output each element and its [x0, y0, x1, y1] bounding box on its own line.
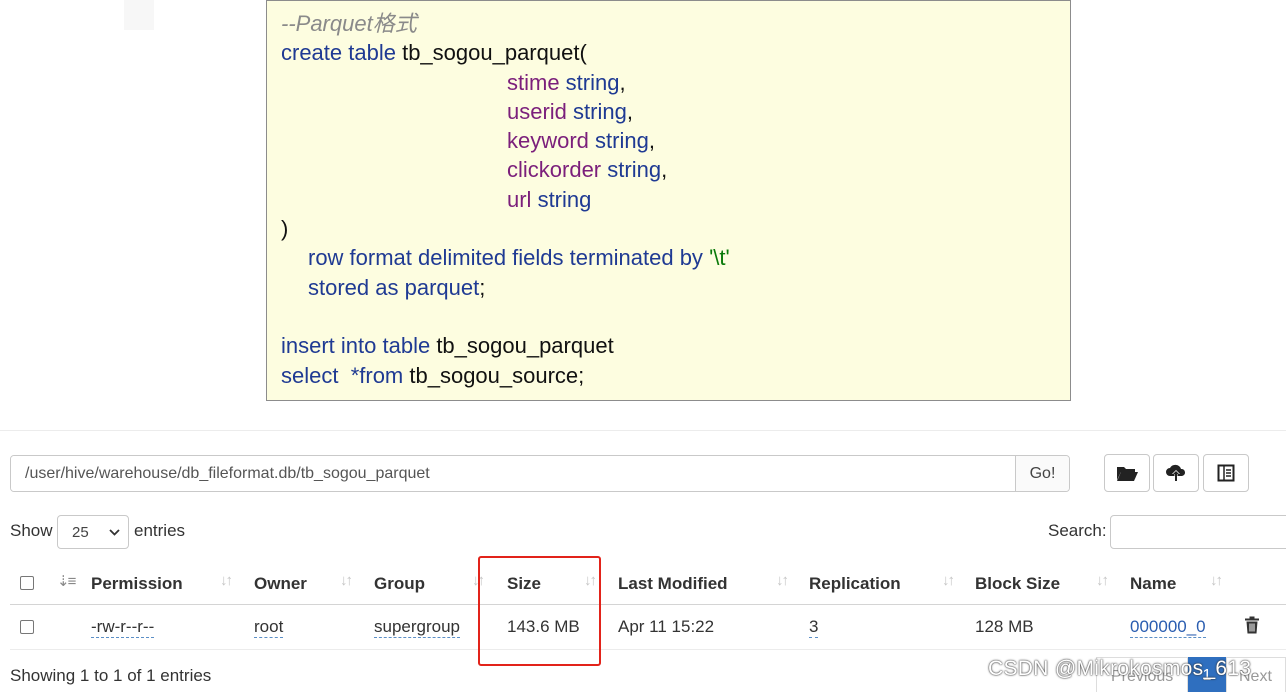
permission-cell[interactable]: -rw-r--r-- [91, 617, 155, 638]
select-all-checkbox[interactable] [20, 576, 34, 590]
code-close-paren: ) [281, 216, 289, 242]
code-comment: --Parquet格式 [281, 11, 417, 36]
column-header-last-modified[interactable]: Last Modified [618, 574, 728, 594]
sort-icon[interactable]: ↓↑ [340, 572, 353, 589]
owner-cell[interactable]: root [254, 617, 284, 638]
code-select-line: select *from tb_sogou_source; [281, 362, 585, 388]
file-name-link[interactable]: 000000_0 [1130, 617, 1206, 638]
code-stored-as-line: stored as parquet; [308, 274, 486, 300]
sort-icon[interactable]: ↓↑ [1096, 572, 1109, 589]
page-size-select[interactable]: 25 [57, 515, 129, 549]
column-header-block-size[interactable]: Block Size [975, 574, 1060, 594]
cloud-upload-icon [1166, 464, 1186, 481]
table-header-divider [10, 604, 1286, 605]
file-list-button[interactable] [1203, 454, 1249, 492]
block-size-cell: 128 MB [975, 617, 1034, 636]
sql-code-box: --Parquet格式 create table tb_sogou_parque… [266, 0, 1071, 401]
column-header-group[interactable]: Group [374, 574, 425, 594]
column-header-replication[interactable]: Replication [809, 574, 901, 594]
entries-label: entries [134, 521, 186, 540]
code-insert-line: insert into table tb_sogou_parquet [281, 333, 614, 359]
show-label: Show [10, 521, 53, 540]
column-header-permission[interactable]: Permission [91, 574, 183, 594]
size-highlight-box [478, 556, 601, 666]
go-button[interactable]: Go! [1015, 456, 1069, 491]
search-input[interactable] [1110, 515, 1286, 549]
sort-icon[interactable]: ↓↑ [942, 572, 955, 589]
row-checkbox[interactable] [20, 620, 34, 634]
path-bar: Go! [10, 455, 1070, 492]
section-divider [0, 430, 1286, 431]
folder-open-icon [1117, 467, 1138, 481]
watermark: CSDN @Mikrokosmos_613 [988, 657, 1252, 680]
sort-icon[interactable]: ↓↑ [220, 572, 233, 589]
hdfs-path-input[interactable] [11, 456, 1015, 491]
entries-info: Showing 1 to 1 of 1 entries [10, 666, 212, 685]
code-field-line: userid string, [507, 98, 633, 124]
last-modified-cell: Apr 11 15:22 [618, 617, 715, 636]
table-row-divider [10, 649, 1286, 650]
code-field-line: stime string, [507, 69, 626, 95]
upload-button[interactable] [1153, 454, 1199, 492]
column-header-owner[interactable]: Owner [254, 574, 307, 594]
sort-icon[interactable]: ↓↑ [776, 572, 789, 589]
code-create-line: create table tb_sogou_parquet( [281, 40, 587, 66]
group-cell[interactable]: supergroup [374, 617, 461, 638]
sort-icon[interactable]: ↓↑ [1210, 572, 1223, 589]
create-directory-button[interactable] [1104, 454, 1150, 492]
trash-icon[interactable] [1244, 616, 1260, 634]
decorative-square [124, 0, 154, 30]
replication-cell[interactable]: 3 [809, 617, 819, 638]
sort-active-icon[interactable]: ⇣≡ [57, 572, 76, 590]
code-field-line: clickorder string, [507, 157, 668, 183]
column-header-name[interactable]: Name [1130, 574, 1176, 594]
chevron-down-icon [109, 529, 120, 536]
file-list-icon [1217, 464, 1235, 482]
search-label: Search: [1048, 521, 1107, 540]
page-size-value: 25 [72, 523, 89, 541]
code-field-line: keyword string, [507, 128, 655, 154]
code-row-format-line: row format delimited fields terminated b… [308, 245, 730, 271]
code-field-line: url string [507, 186, 592, 212]
